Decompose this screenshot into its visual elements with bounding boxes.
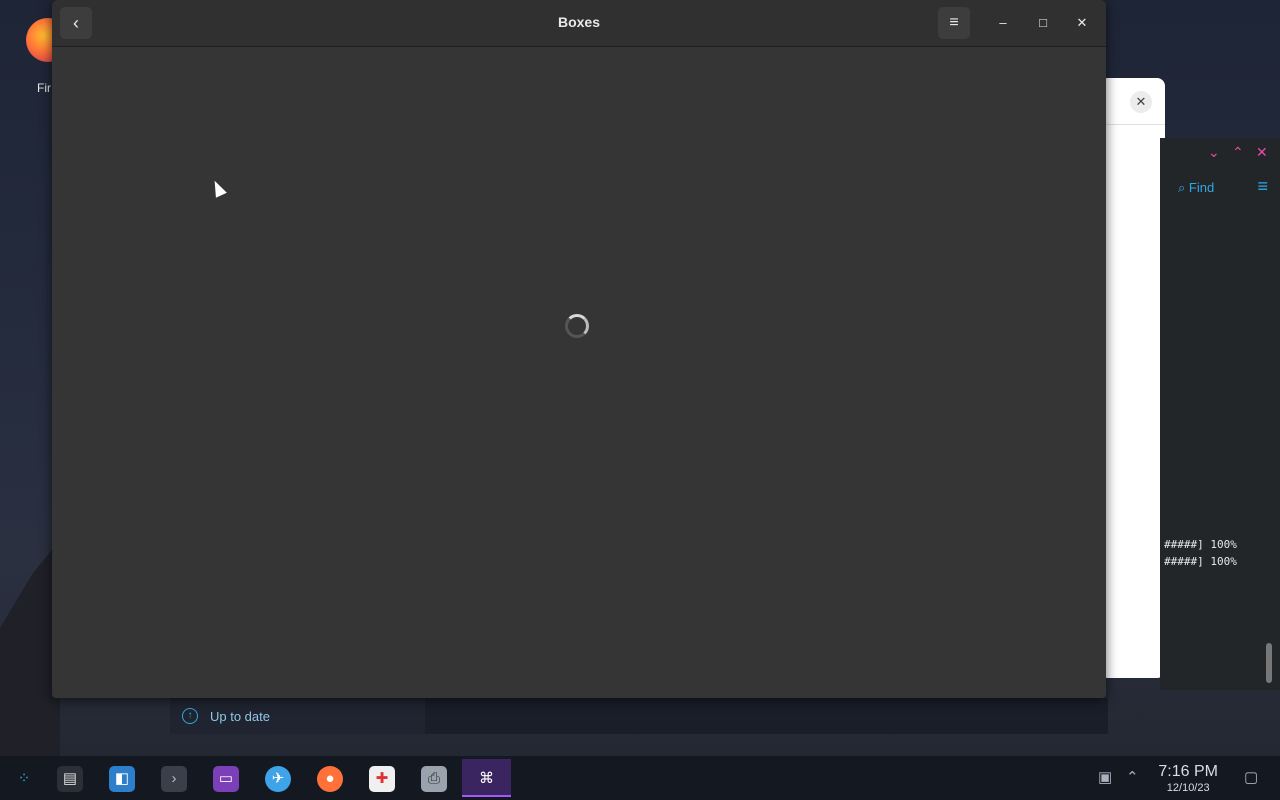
terminal-window: ⌄ ⌃ ✕ ⌕ Find ≡ #####] 100% #####] 100% bbox=[1160, 138, 1280, 690]
discover-window-strip: ↑ Up to date bbox=[170, 698, 1108, 734]
boxes-icon: ⌘ bbox=[479, 770, 494, 788]
terminal-output-line: #####] 100% bbox=[1164, 538, 1237, 551]
maximize-button[interactable]: □ bbox=[1032, 12, 1054, 34]
boxes-titlebar[interactable]: ‹ Boxes ≡ – □ ✕ bbox=[52, 0, 1106, 47]
chevron-up-icon[interactable]: ⌃ bbox=[1232, 144, 1244, 161]
taskbar-store[interactable]: ✚ bbox=[360, 759, 404, 797]
hamburger-menu-icon[interactable]: ≡ bbox=[1257, 176, 1268, 197]
show-desktop-icon[interactable]: ▢ bbox=[1244, 768, 1258, 786]
taskbar-discover[interactable]: ◧ bbox=[100, 759, 144, 797]
taskbar: ⁘ ▤ ◧ › ▭ ✈ ● ✚ ⎙ ⌘ ▣ ⌃ 7:16 PM 12/10/23… bbox=[0, 756, 1280, 800]
chevron-down-icon[interactable]: ⌄ bbox=[1208, 144, 1220, 161]
clock[interactable]: 7:16 PM 12/10/23 bbox=[1158, 763, 1218, 794]
globe-icon: ✈ bbox=[265, 766, 291, 793]
taskbar-firefox[interactable]: ● bbox=[308, 759, 352, 797]
discover-bag-icon: ◧ bbox=[109, 766, 135, 793]
chevron-up-icon[interactable]: ⌃ bbox=[1126, 768, 1139, 786]
wallpaper-mountain bbox=[0, 540, 60, 760]
app-launcher-button[interactable]: ⁘ bbox=[2, 759, 46, 797]
terminal-icon: › bbox=[161, 766, 187, 793]
mouse-cursor-icon bbox=[209, 178, 227, 198]
discover-updates-item[interactable]: ↑ Up to date bbox=[170, 698, 425, 734]
app-launcher-icon: ⁘ bbox=[17, 770, 31, 788]
update-status-label: Up to date bbox=[210, 709, 270, 724]
clock-date: 12/10/23 bbox=[1166, 782, 1210, 794]
settings-icon: ▤ bbox=[57, 766, 83, 793]
background-dialog-close-icon[interactable]: ✕ bbox=[1130, 91, 1152, 113]
clock-time: 7:16 PM bbox=[1158, 763, 1218, 780]
find-button[interactable]: ⌕ Find bbox=[1178, 180, 1214, 196]
background-dialog: ✕ bbox=[1100, 78, 1165, 678]
folder-icon: ▭ bbox=[213, 766, 239, 793]
boxes-window: ‹ Boxes ≡ – □ ✕ bbox=[52, 0, 1106, 698]
terminal-window-controls: ⌄ ⌃ ✕ bbox=[1160, 138, 1280, 168]
main-menu-button[interactable]: ≡ bbox=[938, 7, 970, 39]
find-label: Find bbox=[1188, 180, 1215, 195]
taskbar-browser[interactable]: ✈ bbox=[256, 759, 300, 797]
taskbar-dolphin[interactable]: ▭ bbox=[204, 759, 248, 797]
firefox-icon: ● bbox=[317, 766, 343, 793]
loading-spinner-icon bbox=[565, 314, 589, 338]
taskbar-system-settings[interactable]: ▤ bbox=[48, 759, 92, 797]
printer-icon: ⎙ bbox=[421, 766, 447, 793]
background-dialog-header: ✕ bbox=[1100, 78, 1165, 125]
terminal-toolbar: ⌕ Find ≡ bbox=[1160, 168, 1280, 212]
close-icon[interactable]: ✕ bbox=[1256, 144, 1268, 161]
terminal-output-line: #####] 100% bbox=[1164, 555, 1237, 568]
update-arrow-icon: ↑ bbox=[182, 708, 198, 724]
taskbar-printer[interactable]: ⎙ bbox=[412, 759, 456, 797]
clipboard-icon[interactable]: ▣ bbox=[1098, 768, 1112, 786]
store-icon: ✚ bbox=[369, 766, 395, 793]
terminal-scrollbar[interactable] bbox=[1266, 643, 1272, 683]
taskbar-konsole[interactable]: › bbox=[152, 759, 196, 797]
taskbar-boxes[interactable]: ⌘ bbox=[462, 759, 511, 797]
minimize-button[interactable]: – bbox=[992, 12, 1014, 34]
close-button[interactable]: ✕ bbox=[1071, 12, 1093, 34]
